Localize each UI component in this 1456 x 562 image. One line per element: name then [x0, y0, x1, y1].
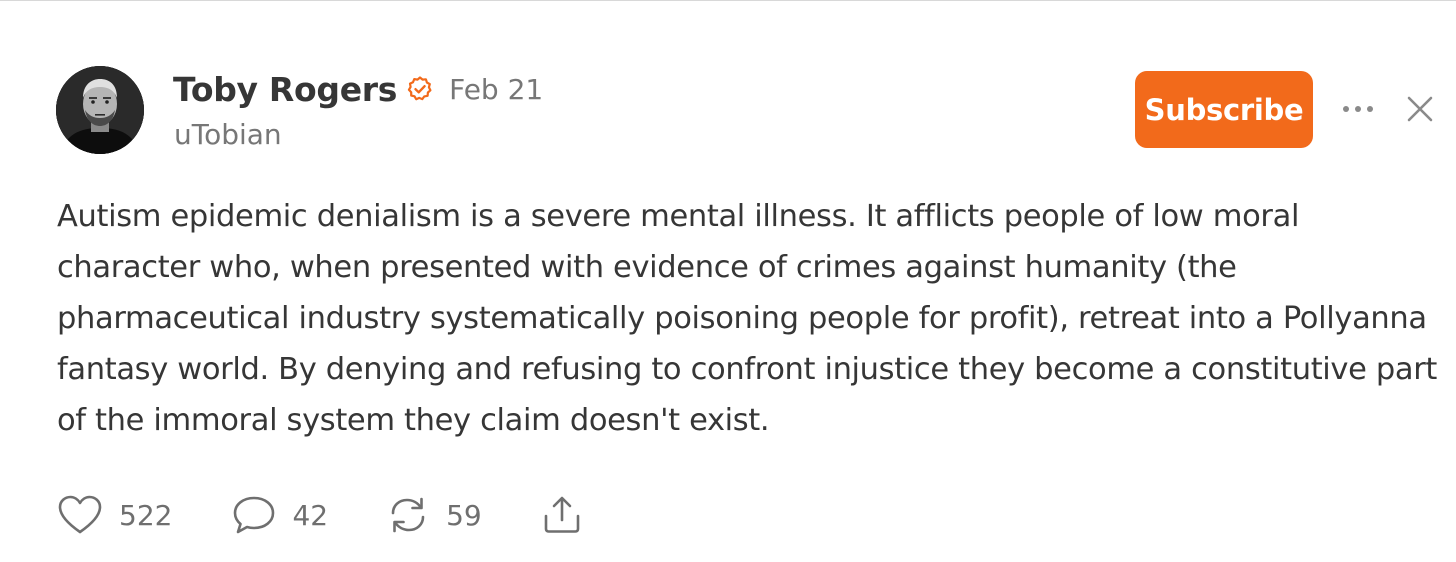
more-horizontal-icon[interactable]: [1340, 96, 1376, 122]
restack-count: 59: [446, 498, 482, 532]
verified-check-icon: [407, 76, 433, 102]
comment-bubble-icon: [232, 494, 276, 536]
post-actions: 522 42 59: [57, 490, 584, 540]
like-button[interactable]: 522: [57, 494, 172, 536]
top-divider: [0, 0, 1456, 1]
share-icon: [540, 494, 584, 536]
avatar[interactable]: [56, 66, 144, 154]
like-count: 522: [119, 498, 173, 532]
post-date[interactable]: Feb 21: [449, 73, 543, 106]
comment-button[interactable]: 42: [232, 494, 328, 536]
author-handle[interactable]: uTobian: [174, 118, 282, 151]
close-icon[interactable]: [1405, 94, 1435, 124]
author-name[interactable]: Toby Rogers: [173, 70, 397, 109]
subscribe-button[interactable]: Subscribe: [1135, 71, 1313, 148]
author-row: Toby Rogers Feb 21: [173, 68, 543, 110]
restack-button[interactable]: 59: [386, 494, 482, 536]
comment-count: 42: [292, 498, 329, 532]
share-button[interactable]: [540, 494, 584, 536]
restack-icon: [386, 494, 430, 536]
post-body: Autism epidemic denialism is a severe me…: [57, 199, 1438, 438]
heart-icon: [57, 494, 103, 536]
